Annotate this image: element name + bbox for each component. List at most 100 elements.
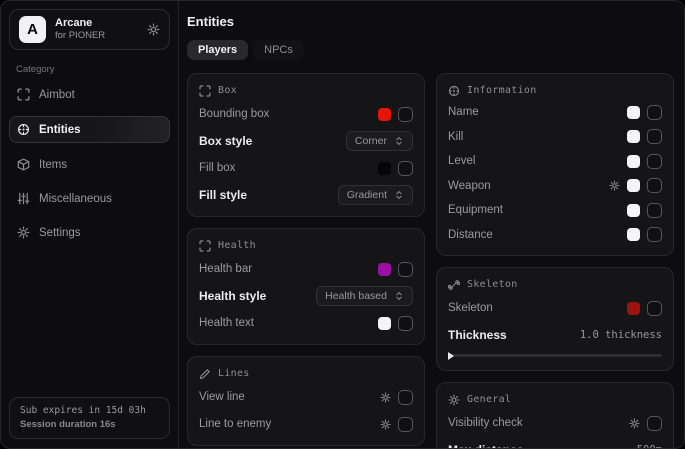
sidebar-item-label: Entities (39, 124, 81, 136)
bone-icon (448, 279, 460, 291)
setting-label: Distance (448, 229, 493, 241)
color-swatch[interactable] (627, 204, 640, 217)
checkbox[interactable] (647, 416, 662, 431)
session-duration-text: Session duration 16s (20, 419, 159, 430)
sidebar-item-aimbot[interactable]: Aimbot (9, 82, 170, 107)
panel-title: Box (218, 85, 237, 96)
setting-label: Line to enemy (199, 418, 271, 430)
setting-row-equipment: Equipment (448, 200, 662, 221)
setting-label: Health bar (199, 263, 252, 275)
scan-icon (199, 240, 211, 252)
gear-icon[interactable] (147, 23, 160, 36)
setting-row-fill-box: Fill box (199, 157, 413, 179)
app-brand-card: A Arcane for PIONER (9, 9, 170, 50)
sidebar-item-miscellaneous[interactable]: Miscellaneous (9, 186, 170, 211)
color-swatch[interactable] (627, 302, 640, 315)
setting-row-health-bar: Health bar (199, 258, 413, 280)
package-icon (17, 158, 30, 171)
setting-label: Equipment (448, 204, 503, 216)
setting-label: Visibility check (448, 417, 523, 429)
scan-icon (199, 85, 211, 97)
app-logo: A (19, 16, 46, 43)
category-label: Category (16, 64, 163, 75)
panel-skeleton: Skeleton Skeleton Thickness 1.0 thicknes… (436, 267, 674, 371)
color-swatch[interactable] (378, 162, 391, 175)
color-swatch[interactable] (627, 106, 640, 119)
gear-icon[interactable] (380, 392, 391, 403)
gear-icon (17, 226, 30, 239)
setting-row-box-style: Box style Corner (199, 130, 413, 152)
select-value: Corner (355, 135, 387, 147)
checkbox[interactable] (398, 107, 413, 122)
sub-expires-text: Sub expires in 15d 03h (20, 405, 159, 416)
thickness-value: 1.0 thickness (580, 329, 662, 341)
color-swatch[interactable] (627, 228, 640, 241)
checkbox[interactable] (398, 262, 413, 277)
sidebar-item-label: Items (39, 159, 67, 171)
checkbox[interactable] (398, 417, 413, 432)
radar-icon (448, 85, 460, 97)
radar-icon (17, 123, 30, 136)
panel-title: Lines (218, 368, 250, 379)
chevron-up-down-icon (394, 190, 404, 200)
setting-row-fill-style: Fill style Gradient (199, 184, 413, 206)
color-swatch[interactable] (627, 130, 640, 143)
gear-icon[interactable] (629, 418, 640, 429)
sidebar-item-label: Settings (39, 227, 81, 239)
checkbox[interactable] (647, 203, 662, 218)
checkbox[interactable] (647, 227, 662, 242)
sidebar: A Arcane for PIONER Category Aimbot Enti… (1, 1, 179, 448)
gear-icon (448, 394, 460, 406)
checkbox[interactable] (647, 301, 662, 316)
checkbox[interactable] (398, 316, 413, 331)
setting-row-max-distance: Max distance 500m (448, 439, 662, 448)
select-value: Health based (325, 290, 387, 302)
setting-label: Bounding box (199, 108, 269, 120)
setting-row-visibility-check: Visibility check (448, 412, 662, 434)
sidebar-item-settings[interactable]: Settings (9, 220, 170, 245)
app-subtitle: for PIONER (55, 30, 138, 42)
box-style-select[interactable]: Corner (346, 131, 413, 151)
setting-label: View line (199, 391, 245, 403)
setting-row-health-style: Health style Health based (199, 285, 413, 307)
checkbox[interactable] (398, 390, 413, 405)
slider-thumb[interactable] (448, 352, 454, 360)
tab-npcs[interactable]: NPCs (253, 40, 304, 60)
setting-label: Fill style (199, 188, 247, 202)
select-value: Gradient (347, 189, 387, 201)
checkbox[interactable] (647, 129, 662, 144)
fill-style-select[interactable]: Gradient (338, 185, 413, 205)
setting-label: Max distance (448, 443, 523, 448)
setting-row-distance: Distance (448, 225, 662, 246)
setting-label: Box style (199, 134, 252, 148)
gear-icon[interactable] (380, 419, 391, 430)
panel-lines: Lines View line Line to enemy (187, 356, 425, 446)
thickness-slider[interactable] (448, 350, 662, 360)
sidebar-item-entities[interactable]: Entities (9, 116, 170, 143)
checkbox[interactable] (647, 178, 662, 193)
checkbox[interactable] (398, 161, 413, 176)
setting-label: Name (448, 106, 479, 118)
sliders-icon (17, 192, 30, 205)
sidebar-item-items[interactable]: Items (9, 152, 170, 177)
tab-players[interactable]: Players (187, 40, 248, 60)
color-swatch[interactable] (627, 155, 640, 168)
pencil-icon (199, 368, 211, 380)
gear-icon[interactable] (609, 180, 620, 191)
setting-label: Kill (448, 131, 463, 143)
tab-bar: Players NPCs (187, 40, 674, 60)
panel-box: Box Bounding box Box style Corner (187, 73, 425, 217)
setting-label: Weapon (448, 180, 491, 192)
color-swatch[interactable] (378, 263, 391, 276)
checkbox[interactable] (647, 154, 662, 169)
setting-row-thickness: Thickness 1.0 thickness (448, 324, 662, 346)
color-swatch[interactable] (627, 179, 640, 192)
checkbox[interactable] (647, 105, 662, 120)
panel-title: Information (467, 85, 537, 96)
setting-row-name: Name (448, 102, 662, 123)
health-style-select[interactable]: Health based (316, 286, 413, 306)
color-swatch[interactable] (378, 108, 391, 121)
color-swatch[interactable] (378, 317, 391, 330)
chevron-up-down-icon (394, 291, 404, 301)
app-name: Arcane (55, 17, 138, 31)
